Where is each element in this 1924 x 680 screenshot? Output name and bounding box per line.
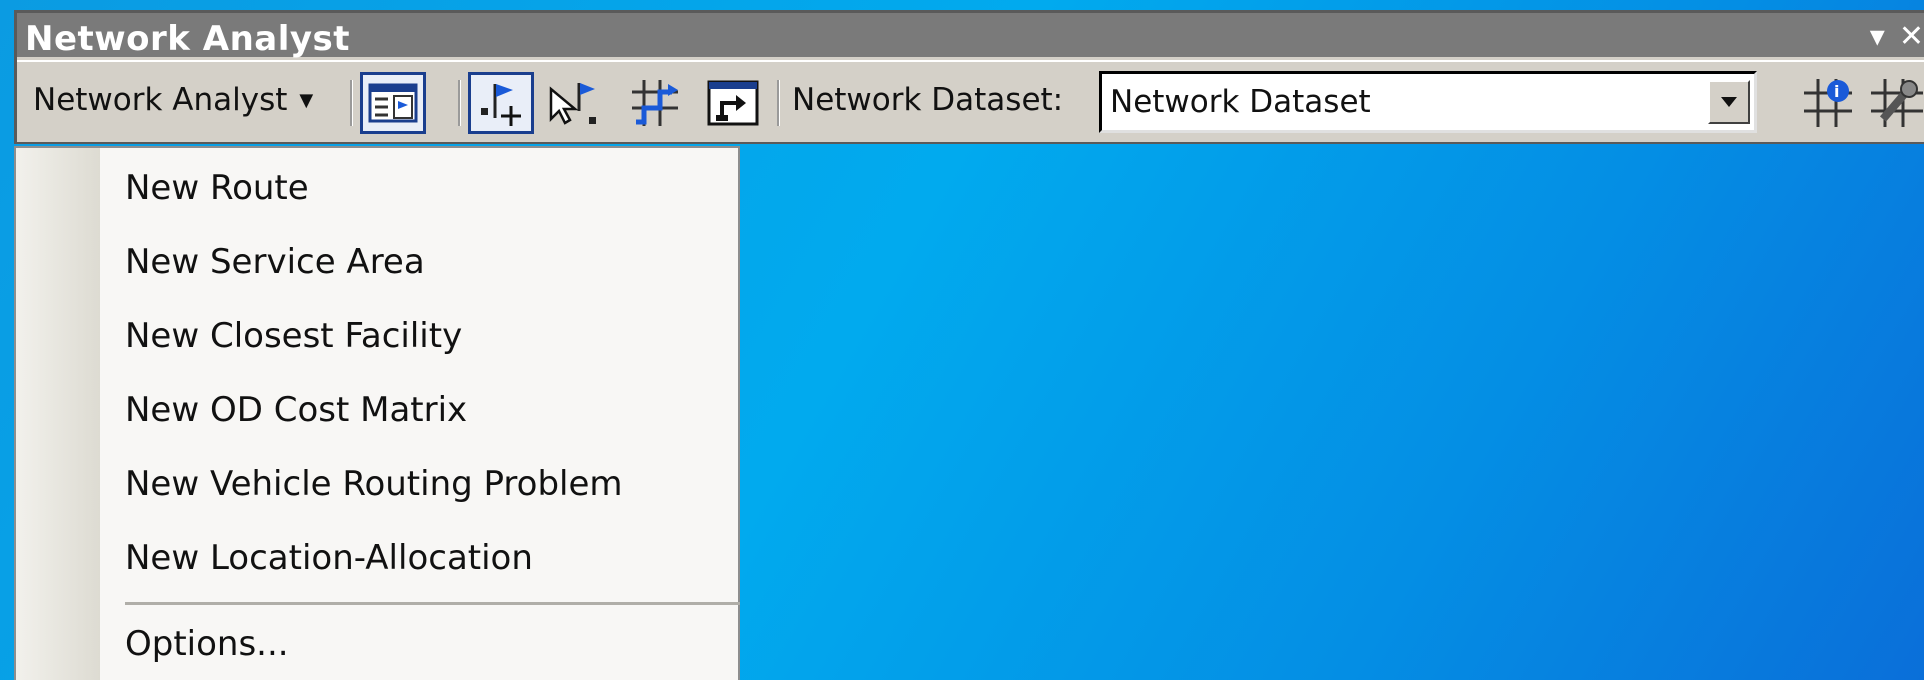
window-title: Network Analyst	[25, 19, 351, 59]
network-identify-icon	[1871, 79, 1923, 127]
network-dataset-value: Network Dataset	[1110, 84, 1371, 120]
network-dataset-select[interactable]: Network Dataset	[1099, 71, 1757, 133]
menu-item-new-service-area[interactable]: New Service Area	[125, 236, 425, 288]
toolbar-separator	[777, 80, 780, 126]
select-move-location-button[interactable]	[540, 72, 606, 134]
menu-item-new-location-allocation[interactable]: New Location-Allocation	[125, 532, 533, 584]
network-analyst-menu-label: Network Analyst	[33, 82, 288, 118]
menu-item-new-closest-facility[interactable]: New Closest Facility	[125, 310, 462, 362]
network-analyst-dropdown-menu: New Route New Service Area New Closest F…	[14, 146, 740, 680]
build-network-icon: i	[1804, 79, 1852, 127]
network-analyst-window-button[interactable]	[360, 72, 426, 134]
network-analyst-menu-button[interactable]: Network Analyst ▼	[33, 72, 313, 128]
network-analyst-toolbar: Network Analyst ▾ ✕ Network Analyst ▼ Ne…	[14, 10, 1924, 144]
network-dataset-label: Network Dataset:	[792, 82, 1064, 118]
network-analyst-window-icon	[368, 83, 418, 123]
menu-item-new-od-cost-matrix[interactable]: New OD Cost Matrix	[125, 384, 467, 436]
solve-icon	[632, 80, 678, 126]
close-icon[interactable]: ✕	[1899, 19, 1924, 54]
create-network-location-button[interactable]	[468, 72, 534, 134]
title-bar[interactable]: Network Analyst ▾ ✕	[17, 13, 1924, 59]
build-network-button[interactable]: i	[1797, 72, 1859, 134]
solve-button[interactable]	[622, 72, 688, 134]
menu-gutter	[16, 148, 100, 680]
toolbar-row: Network Analyst ▼ Network Dataset: Netwo…	[17, 60, 1924, 142]
dataset-dropdown-button[interactable]	[1708, 80, 1750, 124]
menu-item-options[interactable]: Options...	[125, 618, 289, 670]
create-network-location-icon	[481, 84, 521, 126]
title-controls: ▾ ✕	[1870, 19, 1924, 54]
toolbar-separator	[458, 80, 461, 126]
toolbar-separator	[350, 80, 353, 126]
network-identify-button[interactable]	[1869, 72, 1923, 134]
chevron-down-icon: ▼	[299, 89, 314, 111]
select-move-location-icon	[549, 83, 596, 125]
menu-item-new-vehicle-routing-problem[interactable]: New Vehicle Routing Problem	[125, 458, 623, 510]
svg-text:i: i	[1834, 82, 1839, 101]
toolbar-options-icon[interactable]: ▾	[1870, 19, 1885, 54]
chevron-down-icon	[1721, 97, 1737, 107]
directions-window-icon	[707, 80, 759, 126]
directions-window-button[interactable]	[700, 72, 766, 134]
menu-item-new-route[interactable]: New Route	[125, 162, 309, 214]
menu-separator	[125, 602, 740, 605]
